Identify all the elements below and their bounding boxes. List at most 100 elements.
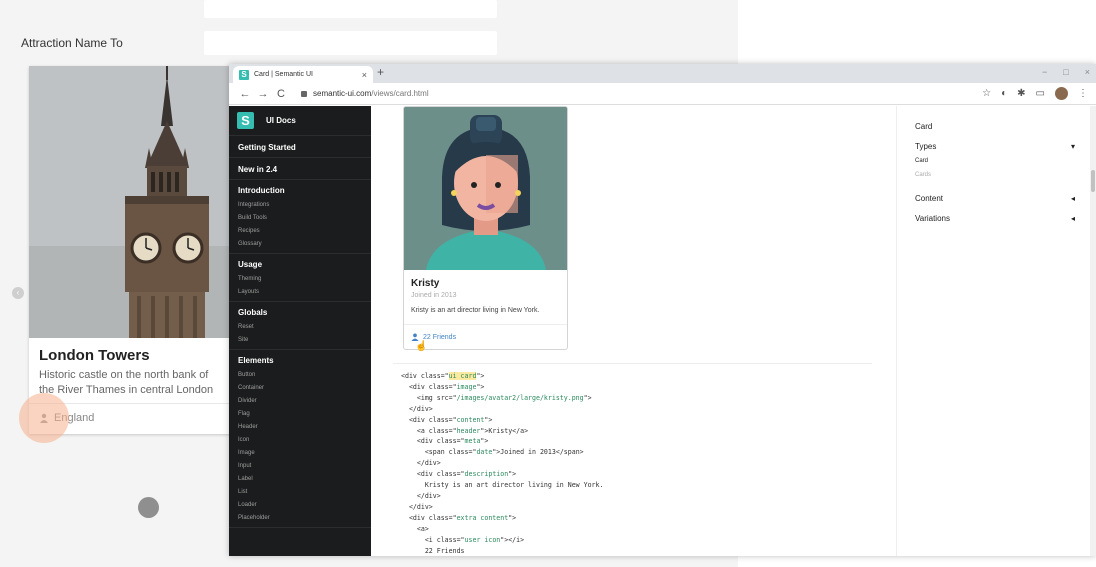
sidebar-item-label[interactable]: Label (238, 476, 362, 482)
tab-card-semantic-ui[interactable]: S Card | Semantic UI × (233, 66, 373, 83)
code-line: 22 Friends (401, 546, 603, 557)
sidebar-item-reset[interactable]: Reset (238, 324, 362, 330)
forward-icon[interactable]: → (255, 88, 271, 100)
code-attr-value: meta (464, 437, 481, 446)
code-text: <div class=" (401, 470, 465, 479)
sidebar-logo[interactable]: S UI Docs (229, 106, 371, 136)
sidebar-item-site[interactable]: Site (238, 337, 362, 343)
sidebar-item-loader[interactable]: Loader (238, 502, 362, 508)
london-towers-card[interactable]: London Towers Historic castle on the nor… (29, 66, 235, 434)
sidebar-item-new-in-2-4[interactable]: New in 2.4 (229, 158, 371, 180)
kristy-friends-link[interactable]: 22 Friends (411, 333, 456, 341)
code-text: "> (583, 393, 592, 402)
sidebar-item-recipes[interactable]: Recipes (238, 228, 362, 234)
sidebar-item-container[interactable]: Container (238, 385, 362, 391)
sidebar-item-input[interactable]: Input (238, 463, 362, 469)
touch-ripple (19, 393, 69, 443)
toc-content-label: Content (915, 194, 944, 203)
sidebar-item-integrations[interactable]: Integrations (238, 202, 362, 208)
toc-item-content[interactable]: Content ◂ (915, 194, 1075, 203)
friends-count: 22 Friends (423, 333, 457, 341)
code-line: <div class="ui card"> (401, 371, 603, 382)
puzzle-icon[interactable]: ✱ (1017, 88, 1025, 99)
code-line: <div class="extra content"> (401, 513, 603, 524)
code-line: <img src="/images/avatar2/large/kristy.p… (401, 393, 603, 404)
code-text: <div class=" (401, 382, 457, 391)
code-text: "> (508, 470, 517, 479)
browser-toolbar: ← → C semantic-ui.com/views/card.html ☆ … (229, 83, 1096, 105)
profile-avatar[interactable] (1055, 87, 1068, 100)
carousel-dot[interactable] (138, 497, 159, 518)
sidebar-item-glossary[interactable]: Glossary (238, 241, 362, 247)
attraction-name-from-input[interactable] (204, 0, 497, 18)
code-line: <div class="image"> (401, 382, 603, 393)
extension-icon[interactable]: ◐ (1001, 88, 1007, 99)
sidebar-section-usage: Usage Theming Layouts (229, 254, 371, 302)
code-line: <div class="description"> (401, 469, 603, 480)
hand-cursor-icon: ☝ (415, 341, 428, 352)
bookmark-star-icon[interactable]: ☆ (982, 88, 991, 99)
back-icon[interactable]: ← (237, 88, 253, 100)
sidebar-item-list[interactable]: List (238, 489, 362, 495)
sidebar-item-icon[interactable]: Icon (238, 437, 362, 443)
toc-subitem-cards[interactable]: Cards (915, 172, 931, 178)
address-bar[interactable]: semantic-ui.com/views/card.html (301, 86, 961, 102)
toc-title-card[interactable]: Card (915, 122, 932, 131)
semantic-favicon-icon: S (239, 69, 249, 80)
code-text: <img src=" (401, 393, 457, 402)
code-line: <a class="header">Kristy</a> (401, 426, 603, 437)
kristy-card-description: Kristy is an art director living in New … (411, 307, 540, 314)
new-tab-button[interactable]: + (377, 65, 384, 79)
more-menu-icon[interactable]: ⋮ (1078, 88, 1088, 99)
sidebar-item-header[interactable]: Header (238, 424, 362, 430)
toc-types-label: Types (915, 142, 937, 151)
sidebar-header-globals[interactable]: Globals (238, 308, 362, 317)
lock-icon[interactable] (301, 90, 307, 97)
tab-close-icon[interactable]: × (362, 70, 367, 80)
sidebar-item-layouts[interactable]: Layouts (238, 289, 362, 295)
code-text: "> (484, 415, 493, 424)
code-text: <a> (401, 524, 429, 533)
code-text: "> (476, 382, 485, 391)
semantic-logo-icon: S (237, 112, 254, 129)
maximize-icon[interactable]: □ (1063, 67, 1068, 77)
sidebar-header-introduction[interactable]: Introduction (238, 186, 362, 195)
attraction-name-to-input[interactable] (204, 31, 497, 55)
code-text: <div class=" (401, 513, 457, 522)
code-text: Kristy is an art director living in New … (401, 481, 604, 490)
close-window-icon[interactable]: × (1085, 67, 1090, 77)
reload-icon[interactable]: C (273, 88, 289, 100)
sidebar-header-usage[interactable]: Usage (238, 260, 362, 269)
sidebar-item-divider[interactable]: Divider (238, 398, 362, 404)
toc-subitem-card[interactable]: Card (915, 158, 928, 164)
kristy-card[interactable]: Kristy Joined in 2013 Kristy is an art d… (403, 106, 568, 350)
code-text: "> (476, 372, 485, 380)
toc-item-types[interactable]: Types ▾ (915, 142, 1075, 151)
code-text: <div class=" (401, 415, 457, 424)
toc-item-variations[interactable]: Variations ◂ (915, 214, 1075, 223)
url-path: /views/card.html (371, 89, 429, 98)
minimize-icon[interactable]: − (1042, 67, 1047, 77)
code-text: ">Kristy</a> (480, 426, 529, 435)
kristy-card-header[interactable]: Kristy (411, 278, 439, 289)
page-scrollbar[interactable] (1090, 106, 1096, 556)
sidebar-item-getting-started[interactable]: Getting Started (229, 136, 371, 158)
scrollbar-thumb[interactable] (1091, 170, 1095, 192)
sidebar-header-elements[interactable]: Elements (238, 356, 362, 365)
code-attr-value: user icon (464, 535, 501, 544)
kristy-avatar-image (404, 107, 567, 270)
sidebar-item-build-tools[interactable]: Build Tools (238, 215, 362, 221)
code-attr-value: date (476, 448, 493, 457)
code-text: <a class=" (401, 426, 457, 435)
sidebar-item-image[interactable]: Image (238, 450, 362, 456)
cast-icon[interactable]: ▭ (1036, 88, 1045, 99)
sidebar-item-button[interactable]: Button (238, 372, 362, 378)
code-line: <div class="content"> (401, 415, 603, 426)
carousel-prev-icon[interactable]: ‹ (12, 287, 24, 299)
code-text: 22 Friends (401, 546, 465, 555)
sidebar-item-placeholder[interactable]: Placeholder (238, 515, 362, 521)
code-text: <i class=" (401, 535, 465, 544)
sidebar-item-flag[interactable]: Flag (238, 411, 362, 417)
sidebar-item-theming[interactable]: Theming (238, 276, 362, 282)
tab-strip: S Card | Semantic UI × + − □ × (229, 64, 1096, 83)
